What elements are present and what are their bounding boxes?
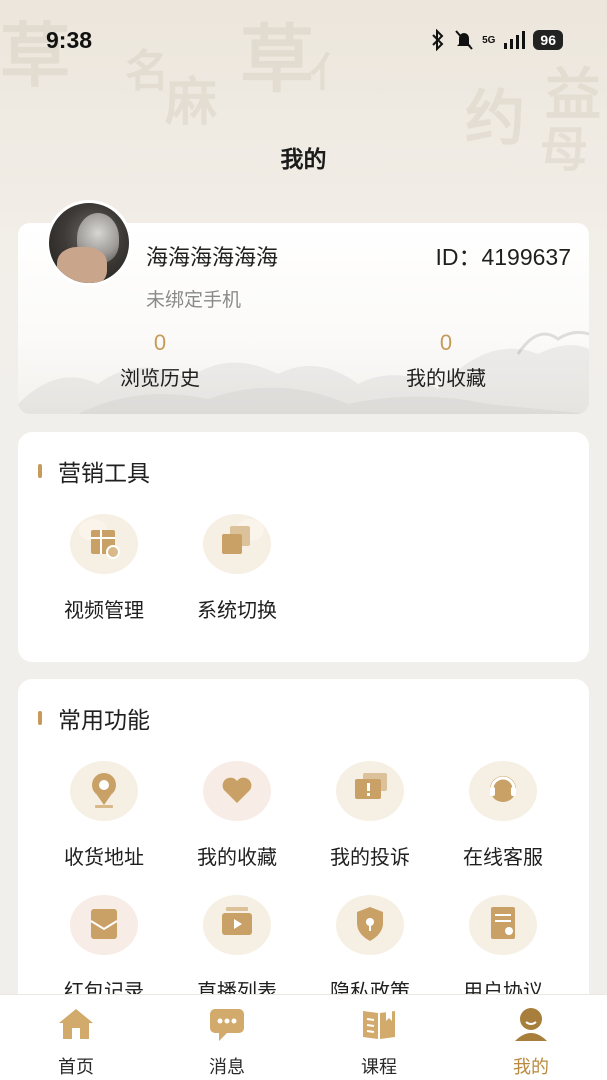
tab-courses[interactable]: 课程 <box>329 1005 429 1079</box>
username: 海海海海海海 <box>146 246 279 271</box>
home-icon <box>59 1009 93 1039</box>
stat-value: 0 <box>439 330 453 355</box>
user-id: ID：4199637 <box>435 244 571 270</box>
heart-icon <box>203 761 271 821</box>
tab-profile[interactable]: 我的 <box>481 1005 581 1079</box>
complaint-icon <box>336 761 404 821</box>
grid-item-video-manage[interactable]: 视频管理 <box>44 508 164 623</box>
grid-item-online-support[interactable]: 在线客服 <box>443 755 563 870</box>
video-manage-icon <box>70 514 138 574</box>
status-icons: 5G 96 <box>430 27 563 53</box>
grid-item-my-favorites[interactable]: 我的收藏 <box>177 755 297 870</box>
stat-label: 我的收藏 <box>406 366 486 390</box>
bottom-tab-bar: 首页 消息 课程 我的 <box>0 994 607 1080</box>
agreement-icon <box>469 895 537 955</box>
network-type: 5G <box>482 34 496 46</box>
grid-item-my-complaints[interactable]: 我的投诉 <box>310 755 430 870</box>
course-book-icon <box>363 1011 395 1039</box>
shield-lock-icon <box>336 895 404 955</box>
message-icon <box>210 1009 244 1041</box>
location-pin-icon <box>70 761 138 821</box>
stat-browse-history[interactable]: 0 浏览历史 <box>90 330 230 391</box>
grid-item-shipping-address[interactable]: 收货地址 <box>44 755 164 870</box>
grid-item-privacy-policy[interactable]: 隐私政策 <box>310 889 430 1004</box>
stat-value: 0 <box>153 330 167 355</box>
grid-item-live-list[interactable]: 直播列表 <box>177 889 297 1004</box>
avatar-photo-hand <box>57 247 107 283</box>
grid-item-red-envelope-records[interactable]: 红包记录 <box>44 889 164 1004</box>
page-title: 我的 <box>280 147 327 173</box>
stat-label: 浏览历史 <box>120 366 200 390</box>
status-bar: 9:38 5G 96 <box>0 0 607 80</box>
marketing-tools-card: 营销工具 视频管理 系统切换 <box>18 432 589 662</box>
tab-messages[interactable]: 消息 <box>177 1005 277 1079</box>
tab-home[interactable]: 首页 <box>26 1005 126 1079</box>
grid-item-user-agreement[interactable]: 用户协议 <box>443 889 563 1004</box>
signal-icon <box>504 31 526 49</box>
section-title: 常用功能 <box>38 701 150 735</box>
section-title: 营销工具 <box>38 454 150 488</box>
phone-binding-status[interactable]: 未绑定手机 <box>146 285 241 312</box>
battery-indicator: 96 <box>533 30 563 50</box>
grid-item-system-switch[interactable]: 系统切换 <box>177 508 297 623</box>
avatar[interactable] <box>46 200 132 286</box>
headset-icon <box>469 761 537 821</box>
bluetooth-icon <box>432 29 444 51</box>
profile-icon <box>515 1008 547 1041</box>
section-title-bar <box>38 711 42 725</box>
section-title-bar <box>38 464 42 478</box>
bell-mute-icon <box>455 30 473 50</box>
stat-my-favorites[interactable]: 0 我的收藏 <box>376 330 516 391</box>
system-switch-icon <box>203 514 271 574</box>
live-camera-icon <box>203 895 271 955</box>
status-time: 9:38 <box>46 27 93 53</box>
red-envelope-icon <box>70 895 138 955</box>
